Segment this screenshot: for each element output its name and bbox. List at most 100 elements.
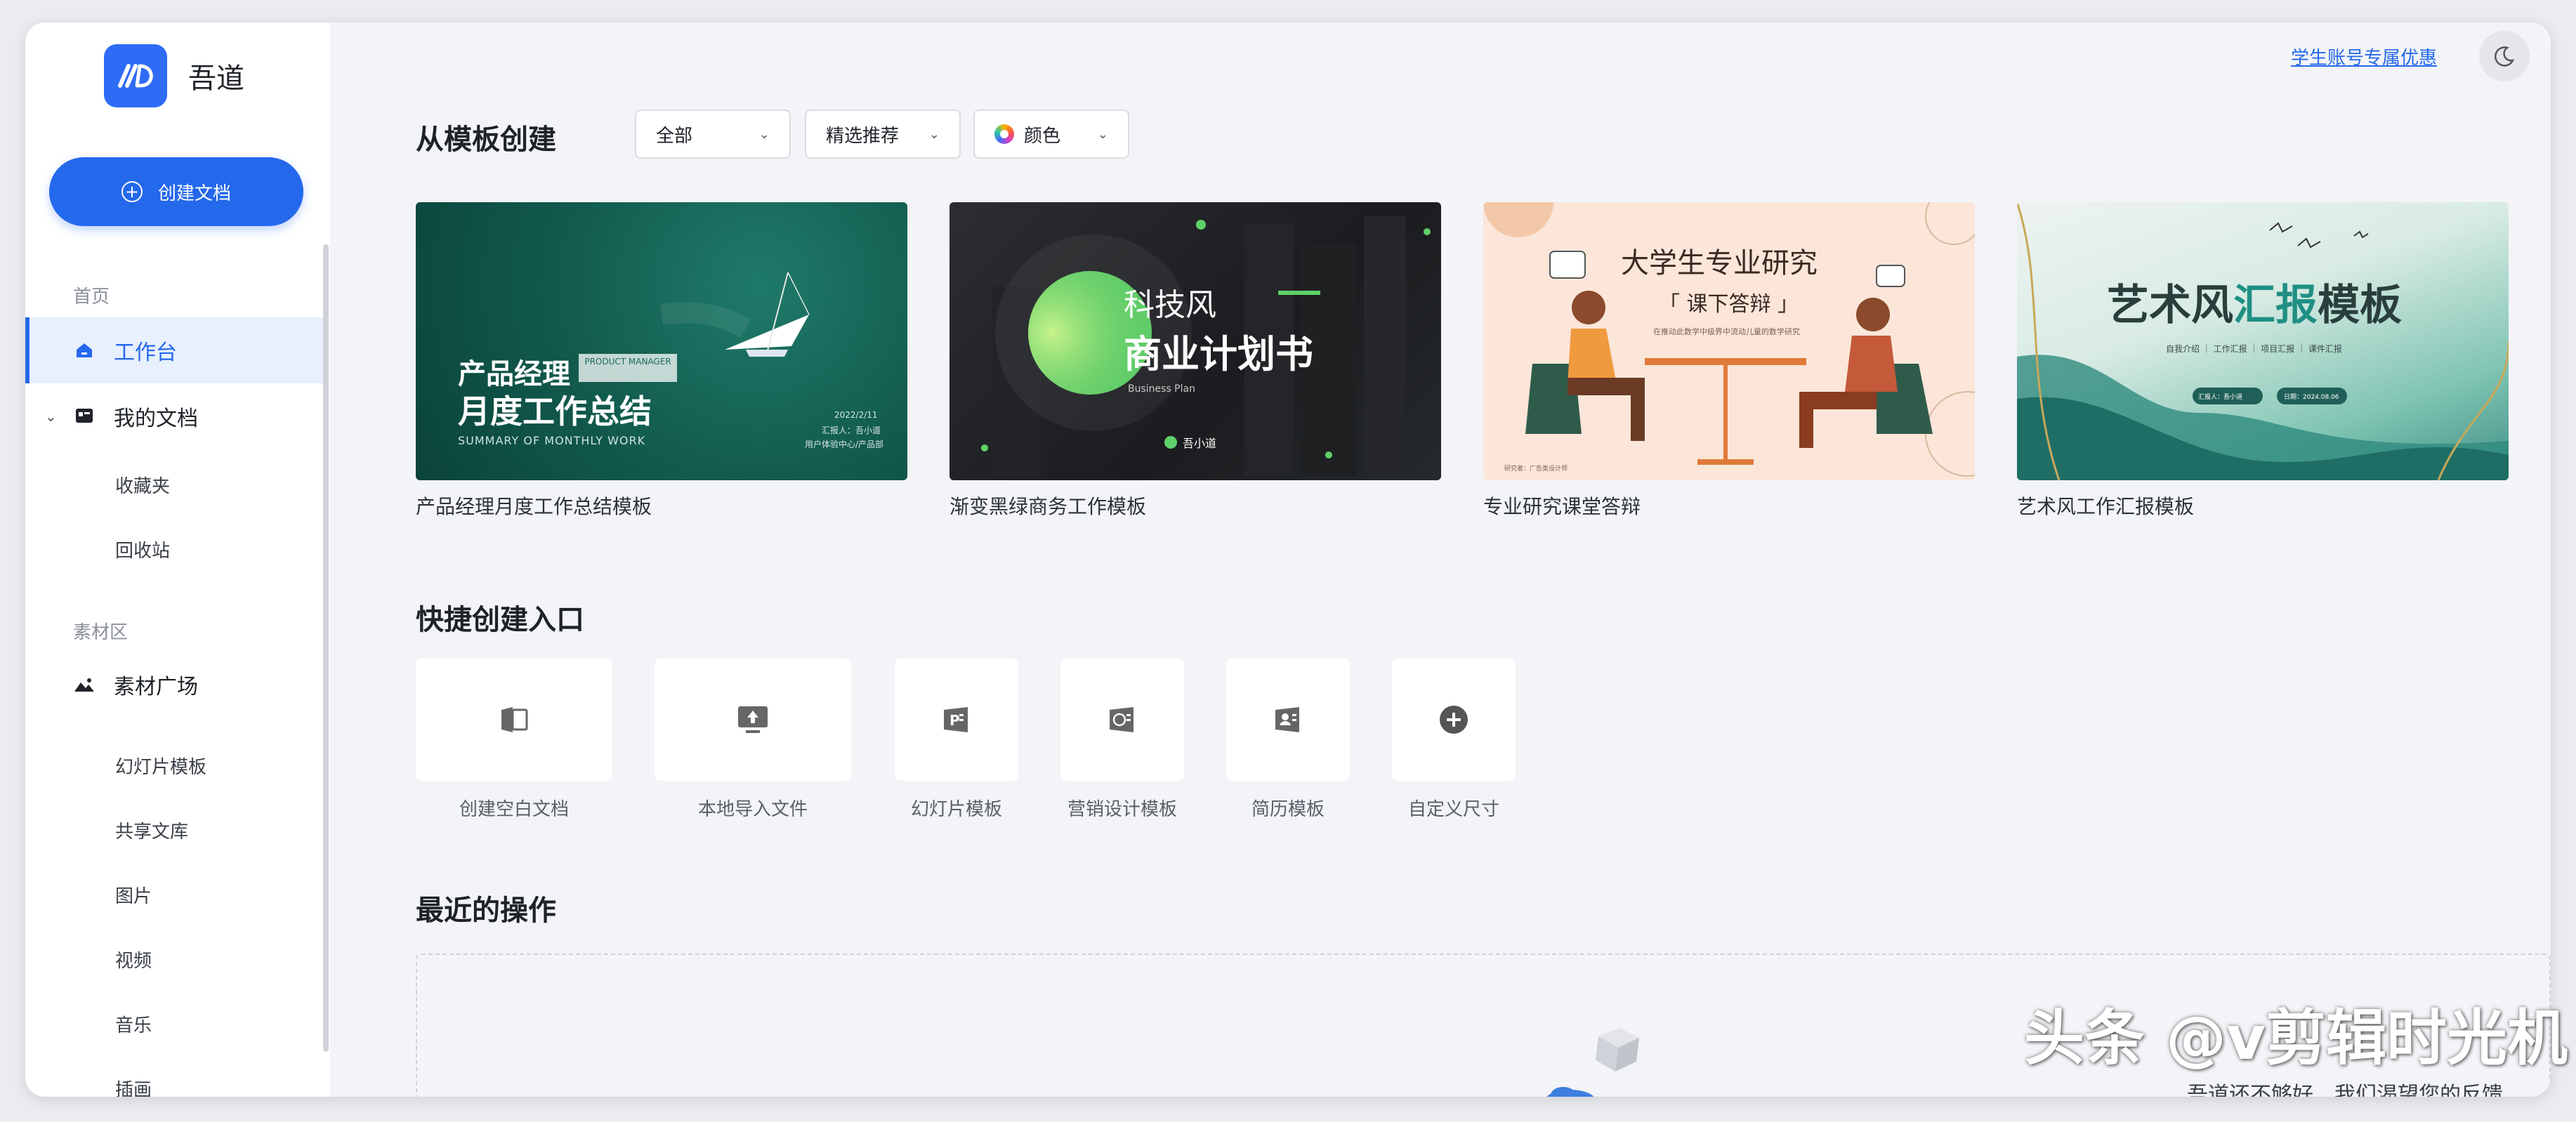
upload-monitor-icon	[738, 706, 768, 733]
thumb-menu: 自我介绍 ｜ 工作汇报 ｜ 项目汇报 ｜ 课件汇报	[2166, 344, 2342, 354]
create-document-button[interactable]: + 创建文档	[49, 157, 303, 226]
sidebar-item-trash[interactable]: 回收站	[115, 536, 170, 562]
empty-box-icon	[1546, 1028, 1639, 1097]
template-card[interactable]: 大学生专业研究 「 课下答辩 」 在推动此数学中级界中流动儿童的数学研究 研究者…	[1483, 202, 1975, 520]
app-logo[interactable]	[104, 44, 167, 107]
thumb-title-2: 月度工作总结	[458, 392, 652, 430]
template-caption[interactable]: 产品经理月度工作总结模板	[416, 491, 907, 520]
moon-icon	[2495, 46, 2515, 67]
thumb-title-part: 模板	[2318, 281, 2402, 330]
thumb-date: 日期：2024.08.06	[2284, 394, 2339, 401]
quick-label: 幻灯片模板	[910, 799, 1002, 820]
group-assets-label: 素材区	[73, 622, 129, 643]
filter-sort-select[interactable]: 精选推荐 ⌄	[805, 110, 961, 159]
theme-toggle-button[interactable]	[2479, 31, 2530, 81]
sidebar-scrollbar[interactable]	[323, 244, 329, 1052]
quick-label: 本地导入文件	[697, 799, 808, 820]
logo-mark-icon	[118, 64, 153, 88]
filter-category-select[interactable]: 全部 ⌄	[635, 110, 791, 159]
thumb-reporter: 汇报人：吾小道	[2198, 394, 2243, 401]
sidebar-item-label: 我的文档	[114, 407, 198, 431]
recent-empty-text: 吾道还不够好，我们渴望您的反馈	[2187, 1083, 2503, 1097]
group-home-label: 首页	[73, 286, 110, 308]
thumb-title: 艺术风汇报模板	[2107, 271, 2402, 332]
thumb-title-2: 商业计划书	[1124, 332, 1313, 376]
template-thumbnail[interactable]: 科技风 商业计划书 Business Plan 吾小道	[949, 202, 1441, 480]
quick-label: 简历模板	[1251, 799, 1325, 820]
chevron-down-icon: ⌄	[928, 126, 940, 142]
thumb-author-name: 吾小道	[1183, 437, 1217, 450]
main-content: 学生账号专属优惠 从模板创建 全部 ⌄ 精选推荐 ⌄ 颜色 ⌄ 产品经理 PRO…	[330, 22, 2551, 1097]
filter-sort-value: 精选推荐	[826, 125, 900, 147]
resume-icon	[1275, 707, 1299, 732]
sidebar-item-my-docs[interactable]: ⌄ 我的文档	[25, 383, 324, 449]
slides-icon: P	[944, 707, 968, 732]
quick-label: 自定义尺寸	[1407, 799, 1499, 820]
sidebar-item-asset-square[interactable]: 素材广场	[25, 652, 324, 718]
image-landscape-icon	[73, 673, 96, 696]
sidebar-item-workspace[interactable]: 工作台	[25, 317, 324, 383]
sidebar-item-music[interactable]: 音乐	[115, 1011, 152, 1037]
plus-circle-icon	[1440, 706, 1468, 734]
user-icon	[1164, 436, 1177, 449]
sidebar-item-slide-templates[interactable]: 幻灯片模板	[115, 753, 206, 779]
sidebar-item-favorites[interactable]: 收藏夹	[115, 472, 170, 498]
thumb-title-part: 艺术风	[2107, 281, 2233, 330]
blank-document-icon	[501, 707, 528, 732]
chevron-down-icon[interactable]: ⌄	[45, 408, 57, 425]
thumb-reporter: 汇报人：吾小道	[822, 425, 881, 435]
home-icon	[73, 339, 96, 362]
templates-title: 从模板创建	[416, 124, 556, 156]
sidebar-item-label: 素材广场	[114, 675, 198, 699]
thumb-title-1: 大学生专业研究	[1621, 247, 1818, 279]
app-window: 吾道 + 创建文档 首页 工作台 ⌄ 我的文档 收藏夹 回收站 素材区 素材广场…	[25, 22, 2551, 1097]
thumb-date: 2022/2/11	[834, 410, 878, 420]
template-thumbnail[interactable]: 大学生专业研究 「 课下答辩 」 在推动此数学中级界中流动儿童的数学研究 研究者…	[1483, 202, 1975, 480]
student-offer-link[interactable]: 学生账号专属优惠	[2291, 44, 2437, 70]
template-caption[interactable]: 渐变黑绿商务工作模板	[949, 491, 1441, 520]
template-card[interactable]: 科技风 商业计划书 Business Plan 吾小道 渐变黑绿商务工作模板	[949, 202, 1441, 520]
thumb-dept: 用户体验中心/产品部	[805, 440, 884, 449]
thumb-title-2: 「 课下答辩 」	[1659, 292, 1799, 317]
svg-text:P: P	[949, 712, 960, 729]
filter-color-value: 颜色	[1024, 125, 1061, 147]
create-document-label: 创建文档	[157, 183, 231, 204]
quick-import-file[interactable]	[655, 659, 851, 781]
quick-label: 创建空白文档	[459, 799, 569, 820]
watermark-text: 头条 @v剪辑时光机	[2024, 1003, 2568, 1074]
quick-slide-template[interactable]: P	[895, 659, 1018, 781]
template-caption[interactable]: 艺术风工作汇报模板	[2017, 491, 2509, 520]
ink-wave-graphic	[2017, 202, 2509, 480]
sidebar-item-label: 工作台	[114, 341, 177, 365]
sidebar: 吾道 + 创建文档 首页 工作台 ⌄ 我的文档 收藏夹 回收站 素材区 素材广场…	[25, 22, 330, 1097]
sidebar-item-images[interactable]: 图片	[115, 882, 152, 908]
quick-marketing-template[interactable]	[1060, 659, 1184, 781]
sidebar-item-illustrations[interactable]: 插画	[115, 1076, 152, 1097]
template-caption[interactable]: 专业研究课堂答辩	[1483, 491, 1975, 520]
thumb-subtitle: Business Plan	[1128, 383, 1195, 395]
chevron-down-icon: ⌄	[758, 126, 770, 142]
quick-blank-doc[interactable]	[416, 659, 612, 781]
template-card[interactable]: 艺术风汇报模板 自我介绍 ｜ 工作汇报 ｜ 项目汇报 ｜ 课件汇报 汇报人：吾小…	[2017, 202, 2509, 520]
thumb-reporter: 研究者：广告类设计师	[1504, 466, 1568, 473]
filter-category-value: 全部	[656, 125, 693, 147]
chevron-down-icon: ⌄	[1097, 126, 1108, 142]
filter-color-select[interactable]: 颜色 ⌄	[973, 110, 1129, 159]
sidebar-item-shared-library[interactable]: 共享文库	[115, 817, 188, 843]
template-card[interactable]: 产品经理 PRODUCT MANAGER 月度工作总结 SUMMARY OF M…	[416, 202, 907, 520]
thumb-title-1: 科技风	[1124, 287, 1216, 323]
thumb-title-part: 汇报	[2233, 281, 2318, 330]
plus-circle-icon: +	[121, 181, 143, 202]
logo-row: 吾道	[104, 44, 244, 108]
template-thumbnail[interactable]: 产品经理 PRODUCT MANAGER 月度工作总结 SUMMARY OF M…	[416, 202, 907, 480]
quick-resume-template[interactable]	[1226, 659, 1350, 781]
color-wheel-icon	[994, 124, 1014, 144]
quick-custom-size[interactable]	[1392, 659, 1516, 781]
template-thumbnail[interactable]: 艺术风汇报模板 自我介绍 ｜ 工作汇报 ｜ 项目汇报 ｜ 课件汇报 汇报人：吾小…	[2017, 202, 2509, 480]
app-name: 吾道	[188, 62, 244, 95]
sidebar-item-videos[interactable]: 视频	[115, 946, 152, 972]
thumb-tag: PRODUCT MANAGER	[579, 354, 677, 382]
thumb-subtitle: 在推动此数学中级界中流动儿童的数学研究	[1653, 327, 1800, 336]
thumb-subtitle: SUMMARY OF MONTHLY WORK	[458, 434, 646, 447]
quick-label: 营销设计模板	[1067, 799, 1177, 820]
